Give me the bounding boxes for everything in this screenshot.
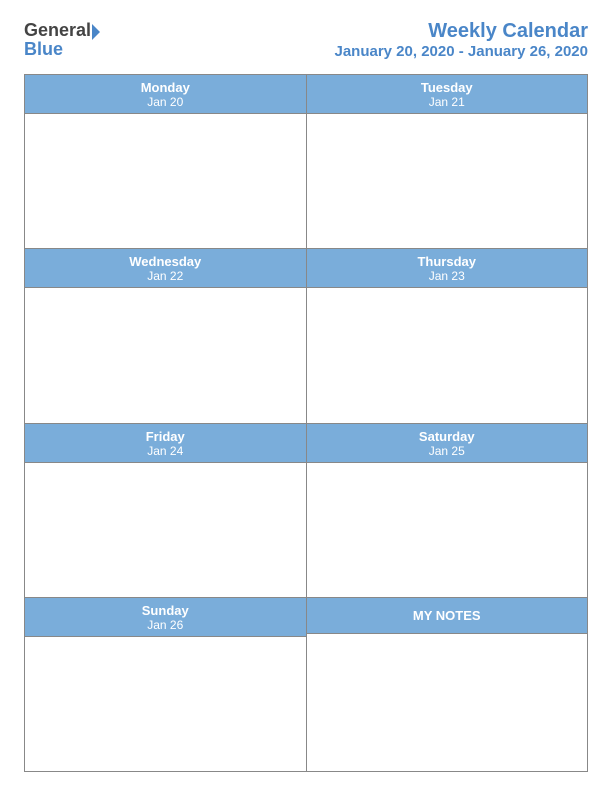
wednesday-date: Jan 22 [25, 269, 306, 283]
day-sunday: Sunday Jan 26 [25, 598, 307, 771]
saturday-name: Saturday [307, 429, 588, 444]
page: General Blue Weekly Calendar January 20,… [0, 0, 612, 792]
calendar-row-2: Wednesday Jan 22 Thursday Jan 23 [25, 249, 587, 423]
tuesday-body [307, 114, 588, 248]
calendar-grid: Monday Jan 20 Tuesday Jan 21 Wednesday J… [24, 74, 588, 772]
friday-name: Friday [25, 429, 306, 444]
saturday-date: Jan 25 [307, 444, 588, 458]
calendar-title: Weekly Calendar [334, 20, 588, 43]
notes-label: MY NOTES [413, 608, 481, 623]
friday-header: Friday Jan 24 [25, 424, 306, 463]
saturday-body [307, 463, 588, 597]
tuesday-date: Jan 21 [307, 95, 588, 109]
day-tuesday: Tuesday Jan 21 [307, 75, 588, 248]
logo-triangle-icon [92, 24, 100, 40]
calendar-row-3: Friday Jan 24 Saturday Jan 25 [25, 424, 587, 598]
sunday-header: Sunday Jan 26 [25, 598, 306, 637]
logo: General Blue [24, 20, 100, 60]
thursday-name: Thursday [307, 254, 588, 269]
calendar-row-1: Monday Jan 20 Tuesday Jan 21 [25, 75, 587, 249]
sunday-date: Jan 26 [25, 618, 306, 632]
wednesday-header: Wednesday Jan 22 [25, 249, 306, 288]
monday-header: Monday Jan 20 [25, 75, 306, 114]
monday-name: Monday [25, 80, 306, 95]
monday-date: Jan 20 [25, 95, 306, 109]
tuesday-header: Tuesday Jan 21 [307, 75, 588, 114]
notes-header: MY NOTES [307, 598, 588, 634]
friday-body [25, 463, 306, 597]
logo-general: General [24, 20, 91, 41]
logo-blue: Blue [24, 39, 63, 60]
friday-date: Jan 24 [25, 444, 306, 458]
header: General Blue Weekly Calendar January 20,… [24, 20, 588, 60]
calendar-date-range: January 20, 2020 - January 26, 2020 [334, 43, 588, 60]
wednesday-name: Wednesday [25, 254, 306, 269]
thursday-date: Jan 23 [307, 269, 588, 283]
wednesday-body [25, 288, 306, 422]
thursday-header: Thursday Jan 23 [307, 249, 588, 288]
thursday-body [307, 288, 588, 422]
calendar-row-4: Sunday Jan 26 MY NOTES [25, 598, 587, 771]
notes-body [307, 634, 588, 771]
sunday-body [25, 637, 306, 771]
my-notes-cell: MY NOTES [307, 598, 588, 771]
saturday-header: Saturday Jan 25 [307, 424, 588, 463]
day-friday: Friday Jan 24 [25, 424, 307, 597]
header-title: Weekly Calendar January 20, 2020 - Janua… [334, 20, 588, 60]
tuesday-name: Tuesday [307, 80, 588, 95]
day-saturday: Saturday Jan 25 [307, 424, 588, 597]
sunday-name: Sunday [25, 603, 306, 618]
day-monday: Monday Jan 20 [25, 75, 307, 248]
day-thursday: Thursday Jan 23 [307, 249, 588, 422]
day-wednesday: Wednesday Jan 22 [25, 249, 307, 422]
monday-body [25, 114, 306, 248]
